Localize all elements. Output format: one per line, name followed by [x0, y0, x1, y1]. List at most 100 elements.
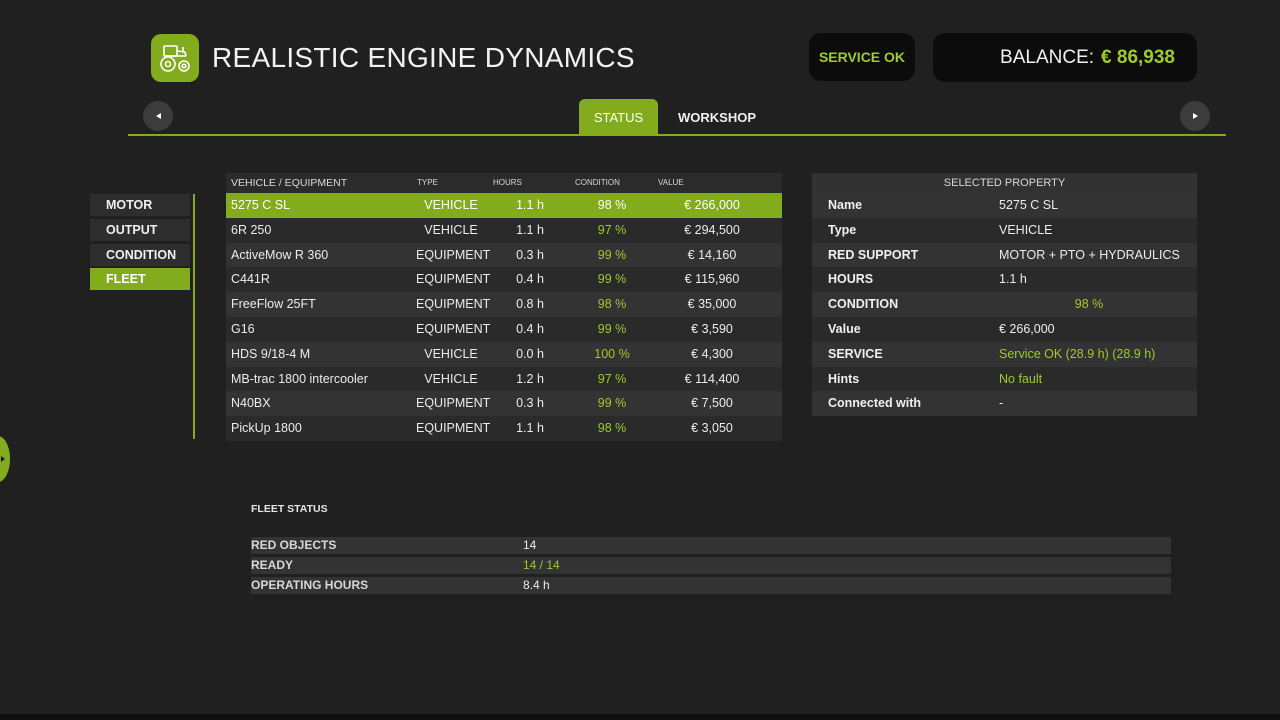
detail-row: HOURS 1.1 h: [812, 267, 1197, 293]
detail-row: CONDITION 98 %: [812, 292, 1197, 317]
table-row[interactable]: FreeFlow 25FT EQUIPMENT 0.8 h 98 % € 35,…: [226, 292, 782, 317]
side-menu-item-fleet[interactable]: FLEET: [90, 268, 190, 291]
cell-hours: 0.3 h: [516, 396, 544, 411]
cell-hours: 0.8 h: [516, 297, 544, 312]
cell-hours: 1.2 h: [516, 371, 544, 386]
fleet-status-table: RED OBJECTS 14 READY 14 / 14 OPERATING H…: [251, 537, 1171, 597]
cell-value: € 35,000: [687, 297, 737, 312]
cell-condition: 99 %: [597, 321, 627, 336]
cell-name: ActiveMow R 360: [231, 247, 329, 262]
detail-key: Name: [828, 198, 863, 212]
cell-type: EQUIPMENT: [416, 421, 491, 436]
fleet-table: VEHICLE / EQUIPMENT TYPE HOURS CONDITION…: [226, 173, 782, 441]
cell-condition: 99 %: [597, 247, 627, 262]
cell-hours: 1.1 h: [516, 222, 544, 237]
cell-type: VEHICLE: [424, 346, 478, 361]
fleet-status-row: READY 14 / 14: [251, 557, 1171, 574]
detail-key: Type: [828, 222, 857, 237]
cell-hours: 1.1 h: [516, 421, 544, 436]
cell-name: 5275 C SL: [231, 198, 291, 212]
side-panel-toggle[interactable]: [0, 436, 10, 482]
tab-status[interactable]: STATUS: [579, 99, 658, 135]
cell-condition: 99 %: [597, 272, 627, 287]
arrow-right-icon: [1192, 113, 1198, 119]
fleet-status-title: FLEET STATUS: [251, 503, 328, 515]
cell-value: € 3,050: [691, 421, 733, 436]
cell-type: VEHICLE: [424, 371, 478, 386]
table-header: VEHICLE / EQUIPMENT TYPE HOURS CONDITION…: [226, 173, 782, 193]
balance-value: € 86,938: [1101, 46, 1175, 68]
fleet-status-key: RED OBJECTS: [251, 538, 337, 552]
detail-key: SERVICE: [828, 346, 883, 361]
side-menu-item-condition[interactable]: CONDITION: [90, 243, 190, 266]
table-row[interactable]: MB-trac 1800 intercooler VEHICLE 1.2 h 9…: [226, 366, 782, 392]
column-header-value: VALUE: [658, 178, 684, 187]
table-row[interactable]: 6R 250 VEHICLE 1.1 h 97 % € 294,500: [226, 217, 782, 243]
cell-name: N40BX: [231, 396, 271, 411]
cell-value: € 294,500: [684, 222, 740, 237]
cell-hours: 0.4 h: [516, 321, 544, 336]
fleet-status-value: 8.4 h: [523, 578, 550, 592]
fleet-status-value: 14 / 14: [523, 558, 560, 572]
next-page-button[interactable]: [1180, 101, 1210, 131]
cell-type: EQUIPMENT: [416, 247, 491, 262]
table-row[interactable]: ActiveMow R 360 EQUIPMENT 0.3 h 99 % € 1…: [226, 242, 782, 268]
detail-key: Value: [828, 321, 861, 336]
detail-row: Hints No fault: [812, 366, 1197, 392]
cell-name: 6R 250: [231, 222, 272, 237]
cell-name: HDS 9/18-4 M: [231, 346, 311, 361]
table-row[interactable]: C441R EQUIPMENT 0.4 h 99 % € 115,960: [226, 267, 782, 293]
side-menu: MOTOR OUTPUT CONDITION FLEET: [90, 194, 190, 293]
cell-name: C441R: [231, 272, 270, 287]
table-row[interactable]: G16 EQUIPMENT 0.4 h 99 % € 3,590: [226, 316, 782, 342]
cell-value: € 114,400: [684, 371, 740, 386]
tractor-icon: [151, 34, 199, 82]
service-status-badge: SERVICE OK: [809, 33, 915, 81]
detail-value: 98 %: [1074, 297, 1104, 312]
cell-value: € 14,160: [687, 247, 737, 262]
page-title: REALISTIC ENGINE DYNAMICS: [212, 42, 635, 73]
detail-row: Type VEHICLE: [812, 217, 1197, 243]
table-row[interactable]: PickUp 1800 EQUIPMENT 1.1 h 98 % € 3,050: [226, 416, 782, 441]
detail-row: RED SUPPORT MOTOR + PTO + HYDRAULICS: [812, 242, 1197, 268]
detail-value: € 266,000: [999, 321, 1055, 336]
tab-workshop[interactable]: WORKSHOP: [672, 99, 762, 135]
column-header-condition: CONDITION: [575, 178, 620, 187]
cell-type: EQUIPMENT: [416, 396, 491, 411]
cell-value: € 7,500: [691, 396, 733, 411]
previous-page-button[interactable]: [143, 101, 173, 131]
selected-property-title: SELECTED PROPERTY: [812, 173, 1197, 193]
column-header-hours: HOURS: [493, 178, 522, 187]
cell-type: VEHICLE: [424, 222, 478, 237]
side-menu-item-output[interactable]: OUTPUT: [90, 218, 190, 241]
detail-row: Connected with -: [812, 391, 1197, 417]
cell-value: € 115,960: [684, 272, 740, 287]
cell-name: FreeFlow 25FT: [231, 297, 316, 312]
detail-value: 5275 C SL: [999, 198, 1059, 212]
table-row[interactable]: 5275 C SL VEHICLE 1.1 h 98 % € 266,000: [226, 193, 782, 218]
side-menu-item-motor[interactable]: MOTOR: [90, 194, 190, 216]
table-row[interactable]: N40BX EQUIPMENT 0.3 h 99 % € 7,500: [226, 391, 782, 417]
detail-value: -: [999, 396, 1004, 411]
detail-key: Connected with: [828, 396, 922, 411]
fleet-status-row: RED OBJECTS 14: [251, 537, 1171, 554]
cell-hours: 0.4 h: [516, 272, 544, 287]
fleet-status-key: READY: [251, 558, 294, 572]
tab-divider: [128, 134, 1226, 136]
detail-row: SERVICE Service OK (28.9 h) (28.9 h): [812, 341, 1197, 367]
arrow-left-icon: [155, 113, 161, 119]
cell-name: MB-trac 1800 intercooler: [231, 371, 368, 386]
detail-key: CONDITION: [828, 297, 899, 312]
cell-value: € 4,300: [691, 346, 733, 361]
cell-hours: 0.3 h: [516, 247, 544, 262]
detail-value: VEHICLE: [999, 222, 1053, 237]
cell-name: PickUp 1800: [231, 421, 302, 436]
cell-type: EQUIPMENT: [416, 321, 491, 336]
cell-condition: 98 %: [597, 421, 627, 436]
table-row[interactable]: HDS 9/18-4 M VEHICLE 0.0 h 100 % € 4,300: [226, 341, 782, 367]
cell-name: G16: [231, 321, 255, 336]
column-header-type: TYPE: [417, 178, 438, 187]
arrow-right-icon: [1, 456, 5, 462]
cell-condition: 97 %: [597, 222, 627, 237]
cell-type: EQUIPMENT: [416, 272, 491, 287]
